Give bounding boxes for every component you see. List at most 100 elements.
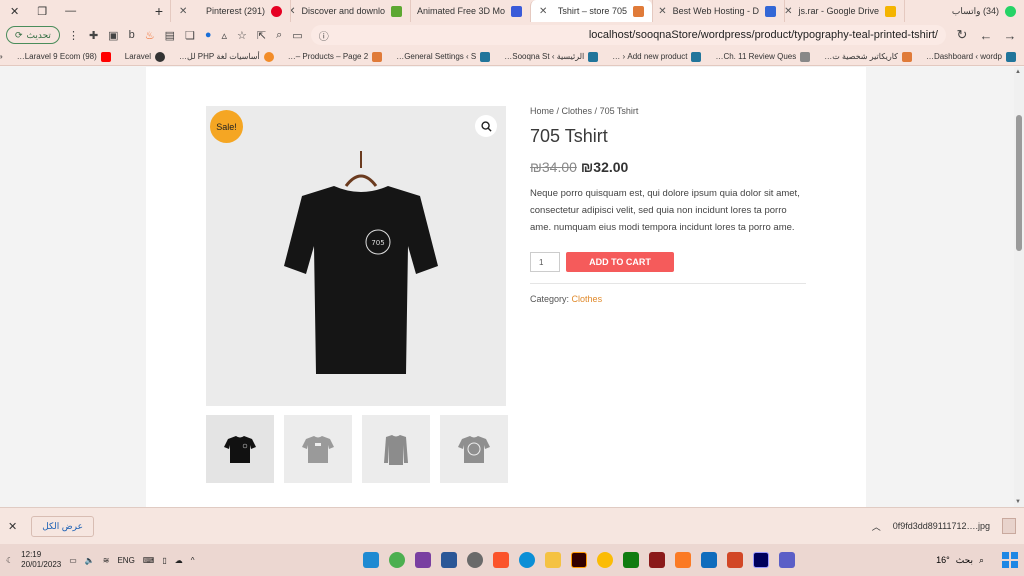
- thumbnail-3[interactable]: [362, 415, 430, 483]
- bookmark-php[interactable]: أساسيات لغة PHP لل…: [179, 51, 274, 62]
- forward-icon[interactable]: ←: [978, 28, 994, 43]
- cloud-icon[interactable]: ☁: [175, 556, 183, 565]
- media-icon[interactable]: [648, 552, 665, 568]
- close-icon[interactable]: ✕: [291, 6, 295, 17]
- chrome-profile-icon[interactable]: [388, 552, 405, 568]
- copy-icon[interactable]: ❏: [185, 29, 195, 42]
- zoom-icon[interactable]: [475, 115, 497, 137]
- puzzle-icon[interactable]: ✚: [89, 29, 98, 42]
- zoom-lens-icon[interactable]: ⌕: [276, 29, 282, 42]
- site-info-icon[interactable]: ⓘ: [319, 28, 329, 43]
- scroll-up-icon[interactable]: ▲: [1015, 69, 1021, 75]
- maximize-icon[interactable]: ❐: [37, 5, 47, 18]
- taskbar-search[interactable]: 16° بحث ⌕: [936, 555, 984, 566]
- vertical-scrollbar[interactable]: ▲ ▼: [1014, 67, 1024, 507]
- url-text: localhost/sooqnaStore/wordpress/product/…: [588, 29, 938, 41]
- wifi-icon[interactable]: ≋: [103, 556, 110, 565]
- brave-icon[interactable]: [492, 552, 509, 568]
- back-icon[interactable]: →: [1002, 28, 1018, 43]
- show-all-downloads-button[interactable]: عرض الكل: [31, 515, 94, 537]
- start-button[interactable]: [1002, 552, 1018, 568]
- tab-pinterest[interactable]: (291) Pinterest ✕: [170, 0, 290, 22]
- tab-3d-models[interactable]: Animated Free 3D Mo ✕: [410, 0, 530, 22]
- xampp-icon[interactable]: [674, 552, 691, 568]
- winrar-icon[interactable]: [414, 552, 431, 568]
- bookmark-review[interactable]: Ch. 11 Review Ques…: [715, 51, 811, 62]
- new-tab-button[interactable]: +: [148, 3, 170, 19]
- after-effects-icon[interactable]: [752, 552, 769, 568]
- phone-icon[interactable]: ▯: [162, 556, 166, 565]
- close-icon[interactable]: ✕: [179, 6, 187, 17]
- note-icon[interactable]: ▤: [165, 29, 175, 42]
- bookmark-laravel[interactable]: Laravel: [125, 51, 166, 62]
- cast-icon[interactable]: ▭: [292, 29, 302, 42]
- bookmark-general-settings[interactable]: General Settings ‹ S…: [396, 51, 491, 62]
- bookmark-sooqna[interactable]: الرئيسية › Sooqna St…: [504, 51, 599, 62]
- chrome-icon[interactable]: [596, 552, 613, 568]
- reload-icon[interactable]: ↻: [954, 27, 970, 43]
- tab-hosting[interactable]: Best Web Hosting - D ✕: [652, 0, 784, 22]
- tab-google-drive[interactable]: js.rar - Google Drive ✕: [784, 0, 904, 22]
- chevron-up-icon[interactable]: ︿: [872, 520, 881, 533]
- powerpoint-icon[interactable]: [726, 552, 743, 568]
- address-bar[interactable]: ⓘ localhost/sooqnaStore/wordpress/produc…: [310, 25, 946, 45]
- store-icon[interactable]: [622, 552, 639, 568]
- settings-icon[interactable]: [466, 552, 483, 568]
- refresh-pill-button[interactable]: تحديث ⟳: [6, 26, 60, 44]
- language-indicator[interactable]: ENG: [117, 556, 134, 565]
- download-item[interactable]: ︿ 0f9fd3dd89111712….jpg: [872, 518, 1016, 534]
- close-icon[interactable]: ✕: [658, 6, 666, 17]
- bookmark-caricature[interactable]: كاريكاتير شخصية ت…: [824, 51, 912, 62]
- folder-icon[interactable]: [544, 552, 561, 568]
- circle-blue-icon[interactable]: ●: [205, 29, 212, 42]
- scroll-down-icon[interactable]: ▼: [1015, 499, 1021, 505]
- bookmark-dashboard[interactable]: Dashboard ‹ wordp…: [926, 51, 1016, 62]
- close-icon[interactable]: ✕: [8, 520, 17, 533]
- battery-icon[interactable]: ▭: [69, 556, 77, 565]
- more-bookmarks-icon[interactable]: «: [0, 52, 3, 61]
- volume-icon[interactable]: 🔈: [85, 556, 95, 565]
- fire-icon[interactable]: ♨: [145, 29, 155, 42]
- add-to-cart-button[interactable]: ADD TO CART: [566, 252, 674, 272]
- category-link[interactable]: Clothes: [572, 294, 603, 304]
- tab-whatsapp[interactable]: (34) واتساب: [904, 0, 1024, 22]
- close-icon[interactable]: ✕: [539, 6, 547, 17]
- minimize-icon[interactable]: —: [65, 5, 76, 18]
- grid-icon: [765, 5, 776, 17]
- vscode-icon[interactable]: [362, 552, 379, 568]
- menu-icon[interactable]: ⋮: [68, 29, 79, 42]
- mail-icon[interactable]: [700, 552, 717, 568]
- breadcrumb-clothes[interactable]: Clothes: [562, 106, 593, 116]
- quantity-input[interactable]: [530, 252, 560, 272]
- bookmark-products-page[interactable]: Products – Page 2 –…: [288, 51, 383, 62]
- thumbnail-4[interactable]: [440, 415, 508, 483]
- keyboard-icon[interactable]: ⌨: [143, 556, 155, 565]
- close-icon[interactable]: ✕: [785, 6, 792, 17]
- bookmark-laravel-ecom[interactable]: (98) Laravel 9 Ecom…: [17, 51, 111, 62]
- sidebar-icon[interactable]: ▣: [108, 29, 118, 42]
- product-main-image[interactable]: 705 Sale!: [206, 106, 506, 406]
- thumbnail-1[interactable]: [206, 415, 274, 483]
- breadcrumb-home[interactable]: Home: [530, 106, 554, 116]
- close-icon[interactable]: ✕: [410, 6, 411, 17]
- weather-icon[interactable]: 16°: [936, 555, 950, 565]
- star-icon[interactable]: ☆: [237, 29, 247, 42]
- tab-discover[interactable]: Discover and downlo ✕: [290, 0, 410, 22]
- illustrator-icon[interactable]: [570, 552, 587, 568]
- chevron-up-icon[interactable]: ^: [191, 556, 195, 565]
- word-icon[interactable]: [440, 552, 457, 568]
- close-window-icon[interactable]: ✕: [10, 5, 19, 18]
- document-icon: [800, 51, 811, 62]
- triangle-icon[interactable]: ▵: [222, 29, 228, 42]
- thumbnail-2[interactable]: [284, 415, 352, 483]
- bookmark-add-product[interactable]: Add new product ‹ …: [612, 51, 702, 62]
- share-icon[interactable]: ⇱: [257, 29, 266, 42]
- scrollbar-thumb[interactable]: [1016, 115, 1022, 251]
- moon-icon[interactable]: ☾: [6, 556, 13, 565]
- extension-b-icon[interactable]: b: [129, 29, 135, 42]
- teams-icon[interactable]: [778, 552, 795, 568]
- edge-icon[interactable]: [518, 552, 535, 568]
- tab-active-product[interactable]: 705 Tshirt – store ✕: [530, 0, 652, 22]
- product-price: ₪34.00 ₪32.00: [530, 159, 806, 175]
- clock[interactable]: 12:19 20/01/2023: [21, 550, 61, 570]
